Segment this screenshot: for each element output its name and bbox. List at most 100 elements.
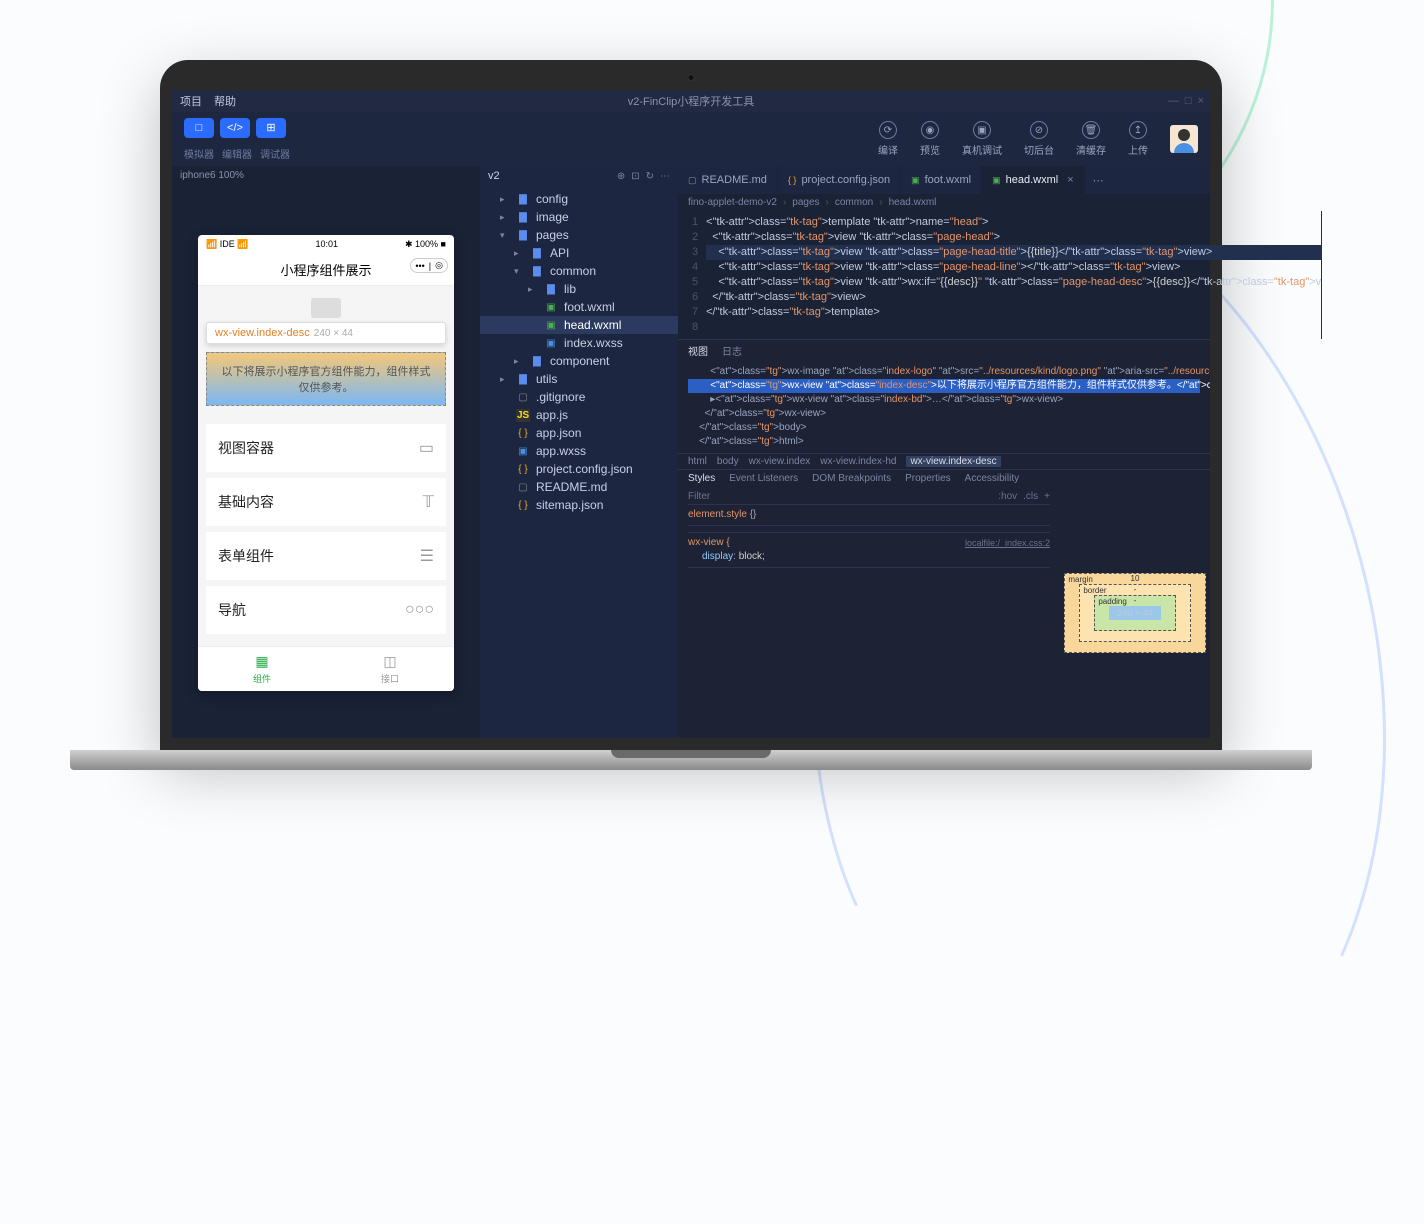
devtools-tab-log[interactable]: 日志	[722, 343, 742, 358]
highlighted-element[interactable]: 以下将展示小程序官方组件能力，组件样式仅供参考。	[206, 352, 446, 406]
editor-tab[interactable]: ▣foot.wxml	[901, 166, 982, 194]
devtools: 视图 日志 <"at">class="tg">wx-image "at">cla…	[678, 339, 1210, 738]
minimap[interactable]	[1321, 211, 1322, 339]
debugger-toggle[interactable]: ⊞	[256, 118, 286, 138]
editor-toggle[interactable]: </>	[220, 118, 250, 138]
simulator-toggle[interactable]: □	[184, 118, 214, 138]
window-minimize-icon[interactable]: —	[1168, 95, 1179, 107]
toolbar-action-编译[interactable]: ⟳编译	[878, 121, 898, 157]
editor-tab[interactable]: { }project.config.json	[778, 166, 901, 194]
dom-breadcrumb[interactable]: html body wx-view.index wx-view.index-hd wx-…	[678, 453, 1210, 470]
file-item[interactable]: ▣foot.wxml	[480, 298, 678, 316]
breadcrumb-segment[interactable]: fino-applet-demo-v2	[688, 197, 777, 208]
hov-toggle[interactable]: :hov	[998, 491, 1017, 502]
menubar: 项目 帮助 v2-FinClip小程序开发工具 — □ ×	[172, 90, 1210, 112]
code-editor[interactable]: 12345678 <"tk-attr">class="tk-tag">templ…	[678, 211, 1210, 339]
page-title: 小程序组件展示	[280, 263, 371, 278]
folder-item[interactable]: ▸▇component	[480, 352, 678, 370]
debugger-label: 调试器	[260, 146, 290, 161]
status-signal: 📶 IDE 📶	[206, 239, 248, 250]
new-folder-icon[interactable]: ⊡	[631, 171, 639, 182]
styles-tab[interactable]: Properties	[905, 473, 951, 484]
devtools-tab-view[interactable]: 视图	[688, 343, 708, 358]
styles-filter-input[interactable]: Filter	[688, 491, 710, 502]
new-file-icon[interactable]: ⊕	[617, 171, 625, 182]
file-item[interactable]: ▣index.wxss	[480, 334, 678, 352]
styles-tab[interactable]: Styles	[688, 473, 715, 484]
toolbar-action-切后台[interactable]: ⊘切后台	[1024, 121, 1054, 157]
box-model: margin 10 border - padding -	[1060, 487, 1210, 738]
css-rule[interactable]: </span><span class="sel-name">.index-des…	[688, 526, 1050, 533]
breadcrumb-segment[interactable]: common	[835, 197, 873, 208]
folder-item[interactable]: ▾▇common	[480, 262, 678, 280]
toolbar-action-真机调试[interactable]: ▣真机调试	[962, 121, 1002, 157]
dom-crumb[interactable]: wx-view.index	[749, 456, 811, 467]
styles-tab[interactable]: Event Listeners	[729, 473, 798, 484]
tabbar-item[interactable]: ◫接口	[326, 647, 454, 691]
window-title: v2-FinClip小程序开发工具	[628, 93, 755, 109]
tabbar-item[interactable]: ▦组件	[198, 647, 326, 691]
styles-tab[interactable]: DOM Breakpoints	[812, 473, 891, 484]
laptop-frame: 项目 帮助 v2-FinClip小程序开发工具 — □ × □ </> ⊞	[160, 60, 1222, 770]
menu-item[interactable]: 基础内容𝕋	[206, 478, 446, 526]
folder-item[interactable]: ▸▇API	[480, 244, 678, 262]
breadcrumb[interactable]: fino-applet-demo-v2›pages›common›head.wx…	[678, 194, 1210, 211]
file-item[interactable]: JSapp.js	[480, 406, 678, 424]
close-icon[interactable]: ×	[1067, 174, 1073, 186]
phone-preview: 📶 IDE 📶 10:01 ✱ 100% ■ 小程序组件展示 ••• | ◎	[198, 235, 454, 691]
dom-crumb[interactable]: body	[717, 456, 739, 467]
folder-item[interactable]: ▸▇config	[480, 190, 678, 208]
capsule-button[interactable]: ••• | ◎	[410, 258, 448, 273]
editor-label: 编辑器	[222, 146, 252, 161]
file-item[interactable]: { }sitemap.json	[480, 496, 678, 514]
ide-app: 项目 帮助 v2-FinClip小程序开发工具 — □ × □ </> ⊞	[172, 90, 1210, 738]
dom-tree[interactable]: <"at">class="tg">wx-image "at">class="in…	[678, 361, 1210, 453]
folder-item[interactable]: ▸▇utils	[480, 370, 678, 388]
tabs-more-icon[interactable]: ⋯	[1085, 166, 1112, 194]
toolbar: □ </> ⊞ 模拟器 编辑器 调试器 ⟳编译 ◉预览 ▣真机调试 ⊘切后台 🗑清缓存 ↥…	[172, 112, 1210, 166]
status-battery: ✱ 100% ■	[405, 239, 446, 250]
file-item[interactable]: { }app.json	[480, 424, 678, 442]
dom-crumb[interactable]: wx-view.index-desc	[906, 456, 1000, 467]
file-item[interactable]: ▢README.md	[480, 478, 678, 496]
folder-item[interactable]: ▾▇pages	[480, 226, 678, 244]
file-item[interactable]: ▢.gitignore	[480, 388, 678, 406]
toolbar-action-预览[interactable]: ◉预览	[920, 121, 940, 157]
file-explorer: v2 ⊕ ⊡ ↻ ⋯ ▸▇config▸▇image▾▇pages▸▇API▾▇…	[480, 166, 678, 738]
menu-item[interactable]: 视图容器▭	[206, 424, 446, 472]
window-maximize-icon[interactable]: □	[1185, 95, 1192, 107]
css-rule[interactable]: localfile:/_index.css:2wx-view {display:…	[688, 533, 1050, 568]
breadcrumb-segment[interactable]: head.wxml	[889, 197, 937, 208]
simulator-label: 模拟器	[184, 146, 214, 161]
styles-tab[interactable]: Accessibility	[965, 473, 1019, 484]
folder-item[interactable]: ▸▇lib	[480, 280, 678, 298]
menu-help[interactable]: 帮助	[214, 93, 236, 109]
toolbar-action-清缓存[interactable]: 🗑清缓存	[1076, 121, 1106, 157]
file-item[interactable]: ▣app.wxss	[480, 442, 678, 460]
editor-tab[interactable]: ▢README.md	[678, 166, 778, 194]
menu-item[interactable]: 导航○○○	[206, 586, 446, 634]
avatar[interactable]	[1170, 125, 1198, 153]
capsule-menu-icon[interactable]: •••	[415, 261, 424, 271]
menu-item[interactable]: 表单组件☰	[206, 532, 446, 580]
breadcrumb-segment[interactable]: pages	[792, 197, 819, 208]
capsule-close-icon[interactable]: ◎	[435, 260, 443, 271]
file-item[interactable]: ▣head.wxml	[480, 316, 678, 334]
dom-crumb[interactable]: html	[688, 456, 707, 467]
toolbar-action-上传[interactable]: ↥上传	[1128, 121, 1148, 157]
explorer-root[interactable]: v2	[488, 170, 500, 182]
add-rule-icon[interactable]: +	[1044, 491, 1050, 502]
dom-crumb[interactable]: wx-view.index-hd	[820, 456, 896, 467]
menu-project[interactable]: 项目	[180, 93, 202, 109]
folder-item[interactable]: ▸▇image	[480, 208, 678, 226]
device-indicator[interactable]: iphone6 100%	[172, 166, 480, 185]
camera-dot	[688, 74, 695, 81]
editor-tab[interactable]: ▣head.wxml×	[982, 166, 1085, 194]
more-icon[interactable]: ⋯	[660, 171, 670, 182]
refresh-icon[interactable]: ↻	[646, 171, 654, 182]
file-item[interactable]: { }project.config.json	[480, 460, 678, 478]
cls-toggle[interactable]: .cls	[1023, 491, 1038, 502]
css-rule[interactable]: element.style {}	[688, 505, 1050, 526]
inspector-tooltip: wx-view.index-desc240 × 44	[206, 322, 446, 344]
window-close-icon[interactable]: ×	[1198, 95, 1204, 107]
